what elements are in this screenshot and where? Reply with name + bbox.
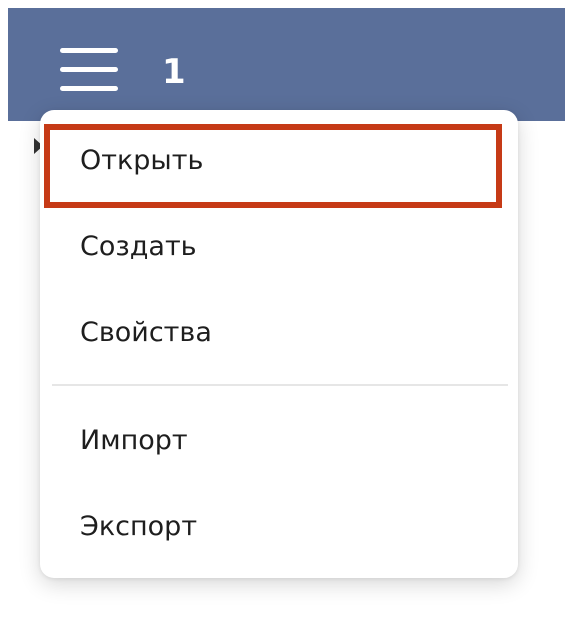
hamburger-menu-icon[interactable] xyxy=(60,48,118,92)
menu-item-label: Создать xyxy=(80,231,197,262)
top-bar: 1 xyxy=(8,8,565,121)
menu-item-label: Импорт xyxy=(80,425,188,456)
menu-item-export[interactable]: Экспорт xyxy=(40,484,518,570)
menu-divider xyxy=(52,384,508,386)
page-counter: 1 xyxy=(162,52,186,92)
hamburger-line xyxy=(60,67,118,72)
menu-item-label: Свойства xyxy=(80,317,212,348)
menu-item-properties[interactable]: Свойства xyxy=(40,290,518,376)
menu-item-label: Экспорт xyxy=(80,511,198,542)
hamburger-line xyxy=(60,48,118,53)
menu-item-open[interactable]: Открыть xyxy=(40,118,518,204)
menu-item-import[interactable]: Импорт xyxy=(40,398,518,484)
hamburger-line xyxy=(60,86,118,91)
menu-item-label: Открыть xyxy=(80,145,204,176)
menu-item-create[interactable]: Создать xyxy=(40,204,518,290)
dropdown-menu: Открыть Создать Свойства Импорт Экспорт xyxy=(40,110,518,578)
